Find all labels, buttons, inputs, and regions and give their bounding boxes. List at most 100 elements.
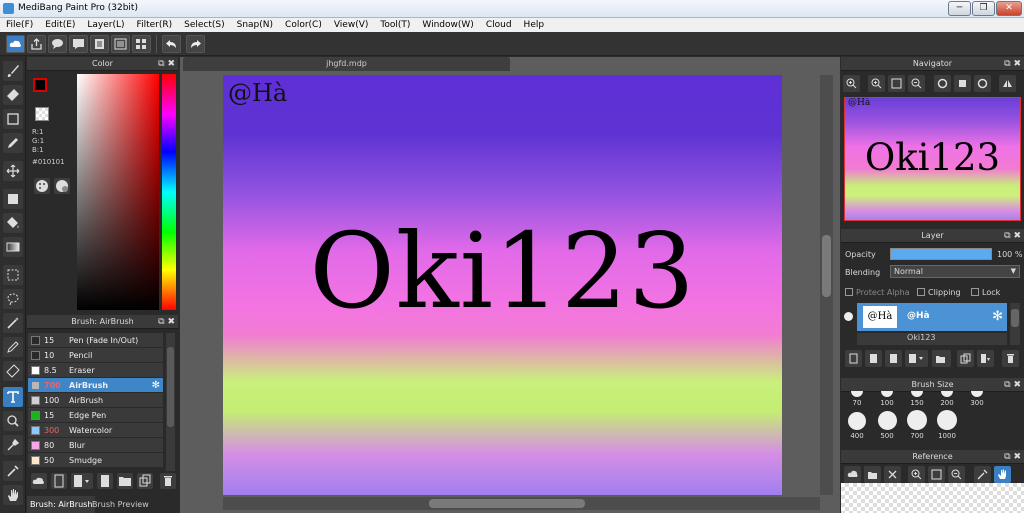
tool-dropper[interactable] [3, 461, 23, 481]
palette-button[interactable] [34, 178, 50, 194]
tool-text[interactable] [3, 387, 23, 407]
nav-reset-rotation-button[interactable] [954, 75, 971, 92]
brush-copy-button[interactable] [97, 473, 113, 489]
grid-button[interactable] [132, 35, 151, 53]
new-halftone-layer-button[interactable] [865, 350, 882, 367]
menu-color[interactable]: Color(C) [279, 18, 328, 32]
duplicate-layer-button[interactable] [957, 350, 974, 367]
tool-operation[interactable] [3, 411, 23, 431]
checkbox-box[interactable] [917, 288, 925, 296]
panel-window-icons[interactable]: ⧉ ✖ [1004, 229, 1021, 243]
clipping-checkbox[interactable]: Clipping [917, 288, 961, 297]
background-color-swatch[interactable] [35, 107, 49, 121]
tool-bucket[interactable] [3, 213, 23, 233]
reference-zoom-out-button[interactable] [948, 466, 965, 483]
reference-open-button[interactable] [864, 466, 881, 483]
reference-eyedropper-button[interactable] [974, 466, 991, 483]
brush-delete-button[interactable] [160, 473, 176, 489]
layer-row-selected[interactable]: @Hà @Hà ✻ [857, 303, 1007, 331]
menu-help[interactable]: Help [518, 18, 551, 32]
undo-button[interactable] [162, 35, 181, 53]
menu-file[interactable]: File(F) [0, 18, 39, 32]
menu-window[interactable]: Window(W) [416, 18, 479, 32]
checkbox-box[interactable] [845, 288, 853, 296]
brush-size-preset[interactable]: 200 [933, 391, 961, 407]
menu-view[interactable]: View(V) [328, 18, 375, 32]
merge-layer-button[interactable] [977, 350, 994, 367]
menu-select[interactable]: Select(S) [178, 18, 231, 32]
menu-layer[interactable]: Layer(L) [81, 18, 130, 32]
color-settings-button[interactable] [54, 178, 70, 194]
brush-size-preset[interactable]: 500 [873, 410, 901, 440]
brush-add-dropdown[interactable] [71, 473, 93, 489]
tool-shape[interactable] [3, 109, 23, 129]
cloud-button[interactable] [6, 35, 25, 53]
brush-item[interactable]: 8.5 Eraser [28, 363, 163, 378]
blending-mode-select[interactable]: Normal ▼ [890, 265, 1020, 278]
brush-item[interactable]: 300 Watercolor [28, 423, 163, 438]
reference-hand-button[interactable] [994, 466, 1011, 483]
reference-zoom-in-button[interactable] [908, 466, 925, 483]
add-layer-dropdown[interactable] [905, 350, 928, 367]
lock-checkbox[interactable]: Lock [971, 288, 1000, 297]
tool-eraser[interactable] [3, 85, 23, 105]
brush-item[interactable]: 80 Blur [28, 438, 163, 453]
panel-window-icons[interactable]: ⧉ ✖ [1004, 450, 1021, 464]
panel-window-icons[interactable]: ⧉ ✖ [1004, 57, 1021, 71]
reference-canvas[interactable] [841, 483, 1024, 513]
tool-move[interactable] [3, 161, 23, 181]
opacity-slider[interactable] [890, 248, 992, 260]
checkbox-box[interactable] [971, 288, 979, 296]
menu-edit[interactable]: Edit(E) [39, 18, 81, 32]
panel-window-icons[interactable]: ⧉ ✖ [1004, 378, 1021, 392]
tool-lasso[interactable] [3, 289, 23, 309]
navigator-preview[interactable]: @Hà Oki123 [844, 97, 1021, 221]
brush-size-preset[interactable]: 300 [963, 391, 991, 407]
layer-row[interactable]: Oki123 [857, 333, 1007, 345]
brush-settings-icon[interactable]: ✻ [152, 378, 160, 393]
nav-rotate-right-button[interactable] [974, 75, 991, 92]
brush-item[interactable]: 10 Pencil [28, 348, 163, 363]
brush-size-preset[interactable]: 70 [843, 391, 871, 407]
canvas-horizontal-scrollbar[interactable] [223, 497, 820, 510]
layer-settings-icon[interactable]: ✻ [992, 309, 1003, 324]
brush-cloud-button[interactable] [31, 473, 47, 489]
brush-list-scrollbar[interactable] [166, 333, 175, 471]
brush-duplicate-button[interactable] [137, 473, 153, 489]
brush-item[interactable]: 15 Pen (Fade In/Out) [28, 333, 163, 348]
maximize-button[interactable]: ❐ [972, 1, 995, 16]
brush-item[interactable]: 15 Edge Pen [28, 408, 163, 423]
protect-alpha-checkbox[interactable]: Protect Alpha [845, 288, 910, 297]
brush-new-button[interactable] [51, 473, 67, 489]
reference-close-button[interactable] [884, 466, 901, 483]
brush-size-preset[interactable]: 100 [873, 391, 901, 407]
tool-pen[interactable] [3, 133, 23, 153]
layer-visibility-icon[interactable] [844, 312, 853, 321]
nav-zoom-in-button[interactable] [843, 75, 860, 92]
chat-button[interactable] [69, 35, 88, 53]
tab-brush[interactable]: Brush: AirBrush [27, 496, 96, 513]
new-layer-button[interactable] [845, 350, 862, 367]
brush-item[interactable]: 700 AirBrush ✻ [28, 378, 163, 393]
brush-size-preset[interactable]: 150 [903, 391, 931, 407]
tool-select-rect[interactable] [3, 265, 23, 285]
brush-folder-button[interactable] [117, 473, 133, 489]
panel-window-icons[interactable]: ⧉ ✖ [158, 315, 175, 329]
brush-size-preset[interactable]: 400 [843, 410, 871, 440]
share-button[interactable] [27, 35, 46, 53]
tool-fill-rect[interactable] [3, 189, 23, 209]
hue-slider[interactable] [162, 74, 176, 310]
list-button[interactable] [111, 35, 130, 53]
brush-size-preset[interactable]: 1000 [933, 410, 961, 440]
tool-gradient[interactable] [3, 237, 23, 257]
tab-brush-preview[interactable]: Brush Preview [89, 496, 152, 513]
menu-filter[interactable]: Filter(R) [131, 18, 179, 32]
drawing-canvas[interactable]: @Hà Oki123 [223, 75, 782, 495]
scrollbar-thumb[interactable] [429, 499, 585, 508]
nav-flip-button[interactable] [999, 75, 1016, 92]
redo-button[interactable] [186, 35, 205, 53]
saturation-value-field[interactable] [77, 74, 159, 310]
reference-fit-button[interactable] [928, 466, 945, 483]
scrollbar-thumb[interactable] [167, 347, 174, 427]
menu-snap[interactable]: Snap(N) [231, 18, 279, 32]
